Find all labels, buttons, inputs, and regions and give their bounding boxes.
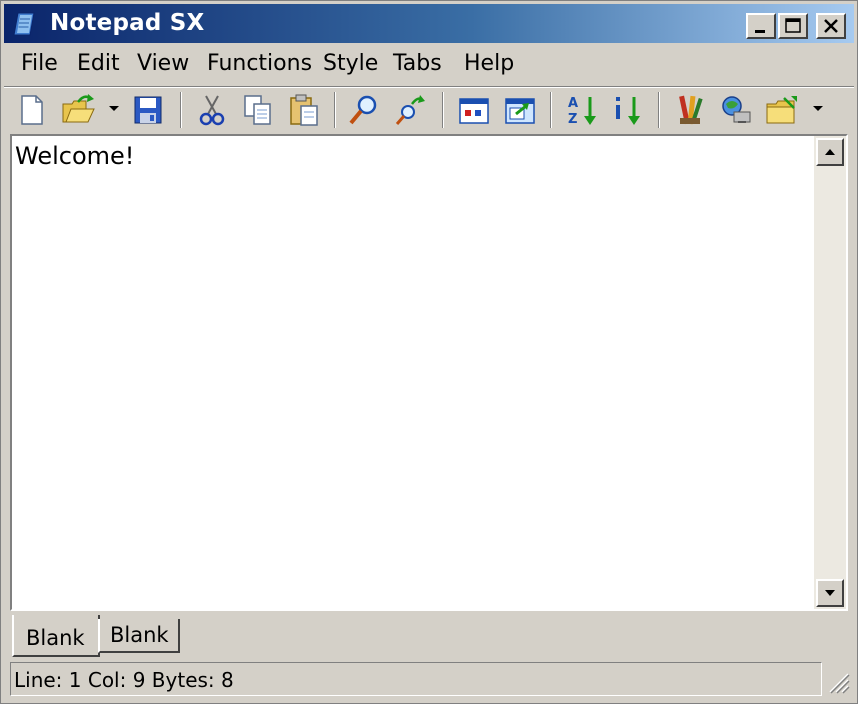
- menu-file[interactable]: File: [21, 51, 58, 76]
- toolbar-separator: [550, 92, 552, 128]
- toolbar-separator: [180, 92, 182, 128]
- menu-view[interactable]: View: [137, 51, 189, 76]
- folder-tools-icon[interactable]: [764, 92, 800, 128]
- toolbar: A Z: [4, 88, 854, 132]
- close-icon: [824, 19, 838, 33]
- svg-text:Z: Z: [568, 112, 577, 127]
- toolbar-separator: [658, 92, 660, 128]
- run-icon[interactable]: [718, 92, 754, 128]
- window-title: Notepad SX: [50, 10, 205, 36]
- settings-icon[interactable]: [672, 92, 708, 128]
- tab-blank-2[interactable]: Blank: [98, 619, 180, 653]
- toolbar-overflow-arrow-icon[interactable]: [813, 106, 823, 111]
- app-window: Notepad SX File Edit View Functions Styl…: [0, 0, 858, 704]
- scroll-up-arrow-icon: [825, 149, 835, 155]
- minimize-button[interactable]: [746, 13, 776, 39]
- status-panel: Line: 1 Col: 9 Bytes: 8: [10, 662, 822, 696]
- menu-functions[interactable]: Functions: [207, 51, 312, 76]
- replace-icon[interactable]: [392, 92, 428, 128]
- save-icon[interactable]: [130, 92, 166, 128]
- menu-bar: File Edit View Functions Style Tabs Help: [4, 45, 854, 85]
- title-bar[interactable]: Notepad SX: [4, 4, 854, 43]
- maximize-button[interactable]: [778, 13, 808, 39]
- vertical-scrollbar[interactable]: [814, 136, 846, 609]
- sort-descending-icon[interactable]: [610, 92, 646, 128]
- editor-content[interactable]: Welcome!: [15, 142, 134, 170]
- toolbar-separator: [442, 92, 444, 128]
- scroll-down-button[interactable]: [816, 579, 844, 607]
- tab-label: Blank: [110, 623, 169, 647]
- scroll-down-arrow-icon: [825, 590, 835, 596]
- toolbar-separator: [334, 92, 336, 128]
- text-editor[interactable]: Welcome!: [10, 134, 848, 611]
- open-dropdown-arrow-icon[interactable]: [109, 106, 119, 111]
- cut-icon[interactable]: [194, 92, 230, 128]
- svg-text:A: A: [568, 96, 578, 111]
- close-button[interactable]: [816, 13, 846, 39]
- new-window-icon[interactable]: [502, 92, 538, 128]
- find-icon[interactable]: [346, 92, 382, 128]
- maximize-icon: [785, 18, 801, 33]
- menu-help[interactable]: Help: [464, 51, 514, 76]
- open-folder-icon[interactable]: [60, 92, 96, 128]
- status-text: Line: 1 Col: 9 Bytes: 8: [14, 668, 234, 692]
- scroll-up-button[interactable]: [816, 138, 844, 166]
- status-bar: Line: 1 Col: 9 Bytes: 8: [10, 662, 850, 696]
- minimize-icon: [755, 30, 765, 33]
- menu-tabs[interactable]: Tabs: [393, 51, 442, 76]
- paste-icon[interactable]: [286, 92, 322, 128]
- document-tabs: Blank Blank: [10, 613, 848, 659]
- window-icon[interactable]: [456, 92, 492, 128]
- menu-style[interactable]: Style: [323, 51, 378, 76]
- menu-edit[interactable]: Edit: [77, 51, 120, 76]
- notepad-app-icon: [13, 12, 35, 36]
- sort-ascending-icon[interactable]: A Z: [564, 92, 600, 128]
- new-file-icon[interactable]: [14, 92, 50, 128]
- tab-label: Blank: [26, 626, 85, 650]
- copy-icon[interactable]: [240, 92, 276, 128]
- resize-grip-icon[interactable]: [824, 668, 850, 694]
- tab-blank-1[interactable]: Blank: [12, 615, 100, 657]
